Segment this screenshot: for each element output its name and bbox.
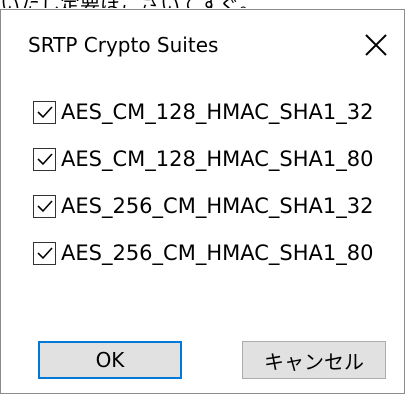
option-label: AES_CM_128_HMAC_SHA1_32 — [61, 100, 374, 124]
option-aes-cm-128-hmac-sha1-32[interactable]: AES_CM_128_HMAC_SHA1_32 — [33, 96, 373, 128]
check-icon — [36, 247, 53, 260]
dialog-title: SRTP Crypto Suites — [28, 33, 219, 57]
option-label: AES_256_CM_HMAC_SHA1_80 — [61, 241, 374, 265]
srtp-crypto-suites-dialog: SRTP Crypto Suites AES_CM_128_HMAC_SHA1_… — [0, 9, 405, 394]
option-aes-cm-128-hmac-sha1-80[interactable]: AES_CM_128_HMAC_SHA1_80 — [33, 143, 373, 175]
checkbox[interactable] — [33, 194, 56, 218]
option-label: AES_CM_128_HMAC_SHA1_80 — [61, 147, 374, 171]
close-button[interactable] — [353, 25, 399, 65]
cancel-button[interactable]: キャンセル — [242, 341, 386, 379]
check-icon — [36, 153, 53, 166]
checkbox[interactable] — [33, 100, 56, 124]
option-label: AES_256_CM_HMAC_SHA1_32 — [61, 194, 374, 218]
checkbox[interactable] — [33, 147, 56, 171]
option-aes-256-cm-hmac-sha1-80[interactable]: AES_256_CM_HMAC_SHA1_80 — [33, 237, 373, 269]
check-icon — [36, 200, 53, 213]
check-icon — [36, 106, 53, 119]
dialog-titlebar[interactable]: SRTP Crypto Suites — [1, 10, 404, 74]
checkbox[interactable] — [33, 241, 56, 265]
background-window-text: いたし定要ほこさいてすぐ。 — [0, 0, 407, 8]
ok-button[interactable]: OK — [38, 341, 182, 379]
close-icon — [365, 34, 387, 56]
option-aes-256-cm-hmac-sha1-32[interactable]: AES_256_CM_HMAC_SHA1_32 — [33, 190, 373, 222]
